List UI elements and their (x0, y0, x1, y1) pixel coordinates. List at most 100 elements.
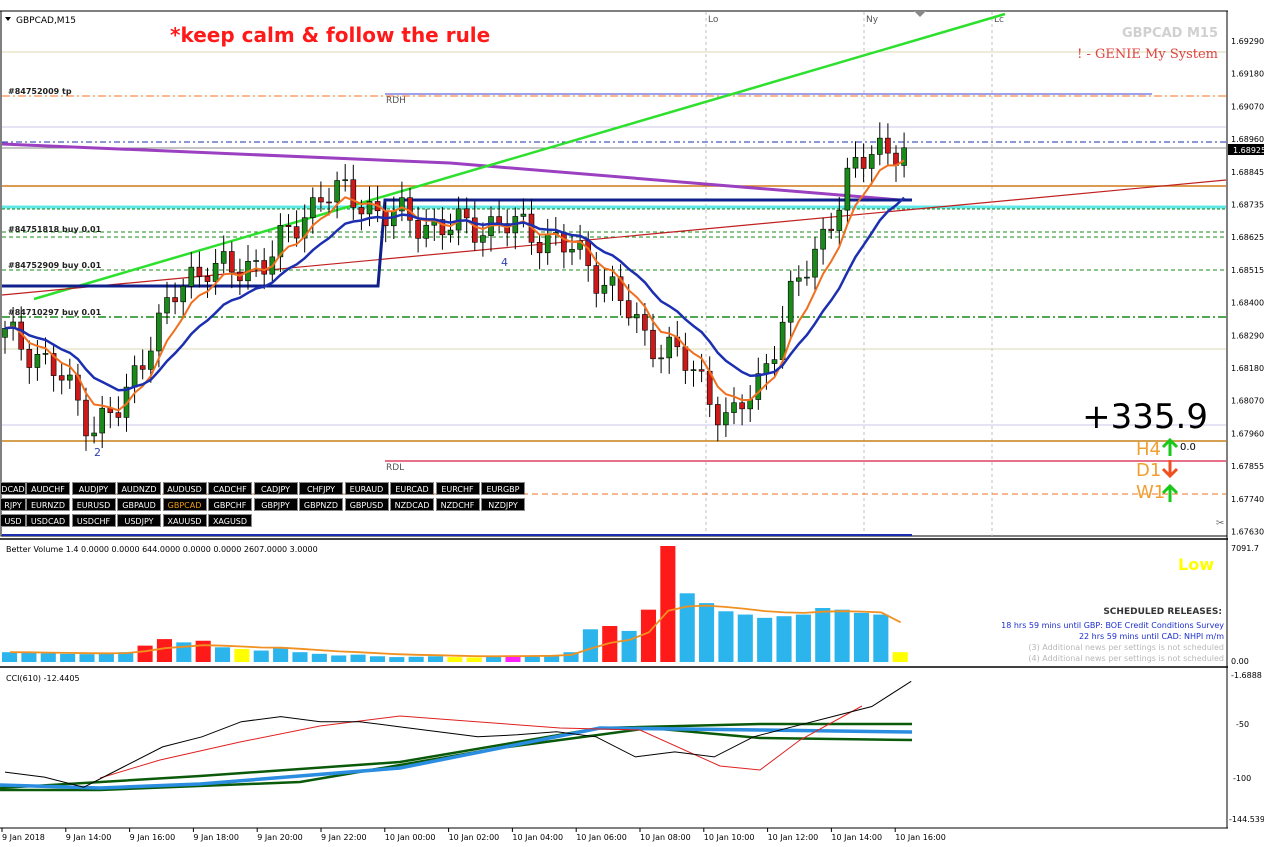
candle (261, 260, 268, 275)
volume-bar (21, 652, 37, 662)
symbol-button-dcad[interactable]: DCAD (0, 482, 26, 495)
candle (852, 157, 859, 169)
candle (350, 179, 357, 208)
symbol-button-audchf[interactable]: AUDCHF (26, 482, 70, 495)
symbol-button-euraud[interactable]: EURAUD (344, 482, 389, 495)
price-tick-label: 1.67855 (1231, 462, 1264, 471)
symbol-button-gbpjpy[interactable]: GBPJPY (253, 498, 298, 511)
candle (318, 197, 324, 203)
price-axis: 1.69290 1.69180 1.69070 1.68960 1.68845 1.687… (1231, 37, 1264, 537)
candle (172, 297, 178, 303)
candle (139, 365, 146, 370)
title-dropdown-icon[interactable] (5, 17, 11, 21)
news-item-1: 18 hrs 59 mins until GBP: BOE Credit Con… (1001, 621, 1224, 630)
symbol-button-eurcad[interactable]: EURCAD (390, 482, 434, 495)
order-label-tp: #84752009 tp (8, 87, 72, 96)
symbol-button-gbpchf[interactable]: GBPCHF (208, 498, 252, 511)
price-tick-label: 1.67960 (1231, 429, 1264, 438)
tf-h4-label: H4 (1136, 439, 1161, 460)
symbol-button-eurchf[interactable]: EURCHF (435, 482, 480, 495)
candle (26, 348, 33, 368)
volume-bar (2, 652, 18, 662)
volume-bar (815, 608, 831, 662)
cci-line (4, 680, 912, 788)
volume-bars (2, 546, 908, 662)
symbol-button-audusd[interactable]: AUDUSD (162, 482, 207, 495)
symbol-button-cadchf[interactable]: CADCHF (208, 482, 252, 495)
candle (666, 336, 673, 359)
candle (67, 374, 73, 381)
volume-bar (621, 630, 637, 662)
symbol-button-xauusd[interactable]: XAUUSD (162, 514, 207, 527)
price-tick-label: 1.69290 (1231, 37, 1264, 46)
volume-bar (757, 617, 773, 662)
candle (180, 286, 186, 303)
symbol-button-gbpusd[interactable]: GBPUSD (344, 498, 389, 511)
volume-bar (98, 653, 114, 662)
symbol-button-eurusd[interactable]: EURUSD (71, 498, 116, 511)
symbol-button-usdjpy[interactable]: USDJPY (117, 514, 161, 527)
volume-bar (369, 656, 385, 662)
price-tick-label: 1.68515 (1231, 266, 1264, 275)
volume-bar (331, 655, 347, 662)
symbol-button-xagusd[interactable]: XAGUSD (208, 514, 252, 527)
symbol-button-nzdcad[interactable]: NZDCAD (390, 498, 434, 511)
price-tick-label: 1.68625 (1231, 233, 1264, 242)
purple-moving-average (1, 142, 901, 202)
candle (901, 147, 907, 166)
candle (844, 167, 851, 211)
candle (496, 216, 502, 224)
volume-bar (408, 656, 424, 662)
price-tick-label: 1.68070 (1231, 397, 1264, 406)
candle (561, 232, 567, 253)
candle (690, 369, 697, 371)
volume-bar (640, 609, 657, 662)
candle (358, 207, 365, 215)
symbol-button-chfjpy[interactable]: CHFJPY (299, 482, 343, 495)
candle (625, 300, 632, 319)
symbol-button-usd[interactable]: USD (0, 514, 26, 527)
candle (220, 251, 227, 264)
symbol-button-nzdjpy[interactable]: NZDJPY (481, 498, 525, 511)
symbol-button-gbpaud[interactable]: GBPAUD (117, 498, 161, 511)
candle (536, 242, 543, 254)
volume-bar (292, 652, 308, 662)
session-label-lo: Lo (708, 15, 719, 25)
candle (293, 226, 300, 239)
candle (723, 412, 729, 426)
symbol-button-audjpy[interactable]: AUDJPY (71, 482, 116, 495)
symbol-button-cadjpy[interactable]: CADJPY (253, 482, 298, 495)
arrow-down-icon (1161, 460, 1179, 479)
symbol-button-nzdchf[interactable]: NZDCHF (435, 498, 480, 511)
volume-bar (699, 603, 715, 662)
candle (876, 137, 883, 155)
time-tick-label: 9 Jan 18:00 (193, 833, 239, 842)
tools-icon[interactable]: ✂ (1216, 518, 1224, 529)
symbol-button-usdcad[interactable]: USDCAD (26, 514, 70, 527)
symbol-button-eurgbp[interactable]: EURGBP (481, 482, 525, 495)
chart-canvas[interactable]: Lo Ny Lc RDH RDL #84752009 tp #84751818 … (0, 0, 1264, 847)
time-tick-label: 9 Jan 22:00 (321, 833, 367, 842)
candle (447, 229, 454, 236)
shift-marker-icon[interactable] (914, 11, 926, 17)
symbol-button-eurnzd[interactable]: EURNZD (26, 498, 70, 511)
price-tick-label: 1.68400 (1231, 299, 1264, 308)
news-heading: SCHEDULED RELEASES: (1103, 607, 1222, 617)
candle (820, 228, 826, 250)
candle (131, 365, 138, 388)
cci-signal-line (99, 705, 863, 779)
volume-bar (350, 654, 366, 662)
symbol-button-rjpy[interactable]: RJPY (0, 498, 26, 511)
symbol-button-gbpcad[interactable]: GBPCAD (162, 498, 207, 511)
candle (812, 248, 818, 278)
symbol-button-usdchf[interactable]: USDCHF (71, 514, 116, 527)
symbol-button-gbpnzd[interactable]: GBPNZD (299, 498, 343, 511)
candle (188, 266, 195, 287)
candle (569, 249, 575, 253)
symbol-button-audnzd[interactable]: AUDNZD (117, 482, 161, 495)
volume-bar (447, 657, 463, 662)
candle (285, 225, 292, 227)
volume-bar (466, 657, 482, 662)
motto-text: *keep calm & follow the rule (170, 23, 490, 47)
session-label-ny: Ny (866, 15, 879, 25)
